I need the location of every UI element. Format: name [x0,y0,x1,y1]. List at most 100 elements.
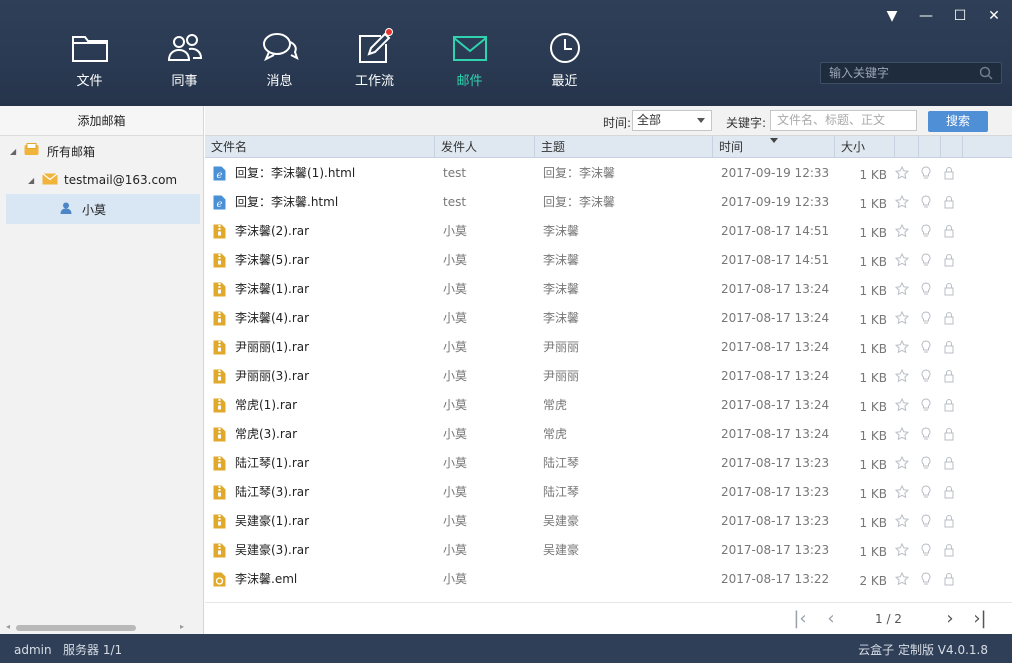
lightbulb-icon[interactable] [919,253,933,267]
table-row[interactable]: 尹丽丽(3).rar 小莫 尹丽丽 2017-08-17 13:24 1 KB [205,362,1012,391]
table-row[interactable]: 李沫馨.eml 小莫 2017-08-17 13:22 2 KB [205,565,1012,594]
column-size[interactable]: 大小 [835,136,895,158]
lock-icon[interactable] [942,166,956,180]
lock-icon[interactable] [942,195,956,209]
table-row[interactable]: 李沫馨(1).rar 小莫 李沫馨 2017-08-17 13:24 1 KB [205,275,1012,304]
sidebar-horizontal-scrollbar[interactable]: ◂ ▸ [6,622,184,632]
scroll-right-icon[interactable]: ▸ [180,622,184,631]
minimize-button[interactable]: — [916,6,936,26]
keyword-input[interactable]: 文件名、标题、正文 [770,110,917,131]
column-subject[interactable]: 主题 [535,136,713,158]
lock-icon[interactable] [942,572,956,586]
lock-icon[interactable] [942,224,956,238]
time-filter-select[interactable]: 全部 [632,110,712,131]
nav-recent-label: 最近 [551,74,578,89]
table-row[interactable]: 吴建豪(1).rar 小莫 吴建豪 2017-08-17 13:23 1 KB [205,507,1012,536]
table-row[interactable]: e 回复：李沫馨.html test 回复：李沫馨 2017-09-19 12:33 1 … [205,188,1012,217]
expand-arrow-icon[interactable]: ◢ [10,147,18,156]
last-page-icon[interactable]: ›| [971,609,989,629]
lock-icon[interactable] [942,485,956,499]
nav-colleagues[interactable]: 同事 [137,30,232,89]
lightbulb-icon[interactable] [919,543,933,557]
lightbulb-icon[interactable] [919,311,933,325]
table-row[interactable]: 吴建豪(3).rar 小莫 吴建豪 2017-08-17 13:23 1 KB [205,536,1012,565]
scrollbar-thumb[interactable] [16,625,136,631]
nav-files[interactable]: 文件 [42,30,137,89]
lock-icon[interactable] [942,514,956,528]
add-mailbox-button[interactable]: 添加邮箱 [0,106,203,136]
lightbulb-icon[interactable] [919,427,933,441]
maximize-button[interactable]: ☐ [950,6,970,26]
star-icon[interactable] [894,252,910,267]
lock-icon[interactable] [942,369,956,383]
star-icon[interactable] [894,310,910,325]
nav-recent[interactable]: 最近 [517,30,612,89]
column-filename[interactable]: 文件名 [205,136,435,158]
lightbulb-icon[interactable] [919,166,933,180]
search-icon[interactable] [979,66,993,80]
star-icon[interactable] [894,165,910,180]
lightbulb-icon[interactable] [919,195,933,209]
close-button[interactable]: ✕ [984,6,1004,26]
lightbulb-icon[interactable] [919,340,933,354]
table-row[interactable]: 陆江琴(3).rar 小莫 陆江琴 2017-08-17 13:23 1 KB [205,478,1012,507]
lightbulb-icon[interactable] [919,514,933,528]
lightbulb-icon[interactable] [919,456,933,470]
star-icon[interactable] [894,397,910,412]
star-icon[interactable] [894,571,910,586]
table-row[interactable]: 李沫馨(5).rar 小莫 李沫馨 2017-08-17 14:51 1 KB [205,246,1012,275]
table-row[interactable]: e 回复：李沫馨(1).html test 回复：李沫馨 2017-09-19 12:3… [205,159,1012,188]
lock-icon[interactable] [942,340,956,354]
table-row[interactable]: 李沫馨(2).rar 小莫 李沫馨 2017-08-17 14:51 1 KB [205,217,1012,246]
search-button[interactable]: 搜索 [928,111,988,132]
tree-item-xiaomo[interactable]: 小莫 [60,194,106,224]
tree-item-all-mailboxes[interactable]: ◢ 所有邮箱 [10,136,95,166]
lightbulb-icon[interactable] [919,282,933,296]
table-row[interactable]: 陆江琴(1).rar 小莫 陆江琴 2017-08-17 13:23 1 KB [205,449,1012,478]
star-icon[interactable] [894,223,910,238]
star-icon[interactable] [894,194,910,209]
column-sender[interactable]: 发件人 [435,136,535,158]
nav-mail[interactable]: 邮件 [422,30,517,89]
expand-arrow-icon[interactable]: ◢ [28,176,36,185]
star-icon[interactable] [894,513,910,528]
subject: 李沫馨 [543,253,580,267]
lock-icon[interactable] [942,311,956,325]
contacts-icon [165,30,205,66]
lock-icon[interactable] [942,253,956,267]
star-icon[interactable] [894,368,910,383]
file-name: 陆江琴(1).rar [235,456,310,470]
table-row[interactable]: 常虎(3).rar 小莫 常虎 2017-08-17 13:24 1 KB [205,420,1012,449]
lightbulb-icon[interactable] [919,485,933,499]
lock-icon[interactable] [942,427,956,441]
lock-icon[interactable] [942,398,956,412]
star-icon[interactable] [894,426,910,441]
star-icon[interactable] [894,484,910,499]
star-icon[interactable] [894,455,910,470]
sender: 小莫 [443,543,468,557]
table-row[interactable]: 常虎(1).rar 小莫 常虎 2017-08-17 13:24 1 KB [205,391,1012,420]
scroll-left-icon[interactable]: ◂ [6,622,10,631]
lock-icon[interactable] [942,456,956,470]
menu-dropdown-button[interactable]: ▼ [882,6,902,26]
lock-icon[interactable] [942,543,956,557]
lightbulb-icon[interactable] [919,572,933,586]
lightbulb-icon[interactable] [919,224,933,238]
tree-item-testmail[interactable]: ◢ testmail@163.com [28,165,177,195]
nav-workflow[interactable]: 工作流 [327,28,422,89]
star-icon[interactable] [894,542,910,557]
star-icon[interactable] [894,281,910,296]
lightbulb-icon[interactable] [919,369,933,383]
file-name: 李沫馨(1).rar [235,282,310,296]
global-search-input[interactable]: 输入关键字 [820,62,1002,84]
prev-page-icon[interactable]: ‹ [822,609,840,629]
table-row[interactable]: 尹丽丽(1).rar 小莫 尹丽丽 2017-08-17 13:24 1 KB [205,333,1012,362]
star-icon[interactable] [894,339,910,354]
next-page-icon[interactable]: › [941,609,959,629]
first-page-icon[interactable]: |‹ [791,609,809,629]
table-row[interactable]: 李沫馨(4).rar 小莫 李沫馨 2017-08-17 13:24 1 KB [205,304,1012,333]
lightbulb-icon[interactable] [919,398,933,412]
lock-icon[interactable] [942,282,956,296]
archive-file-icon [213,514,226,529]
nav-messages[interactable]: 消息 [232,30,327,89]
